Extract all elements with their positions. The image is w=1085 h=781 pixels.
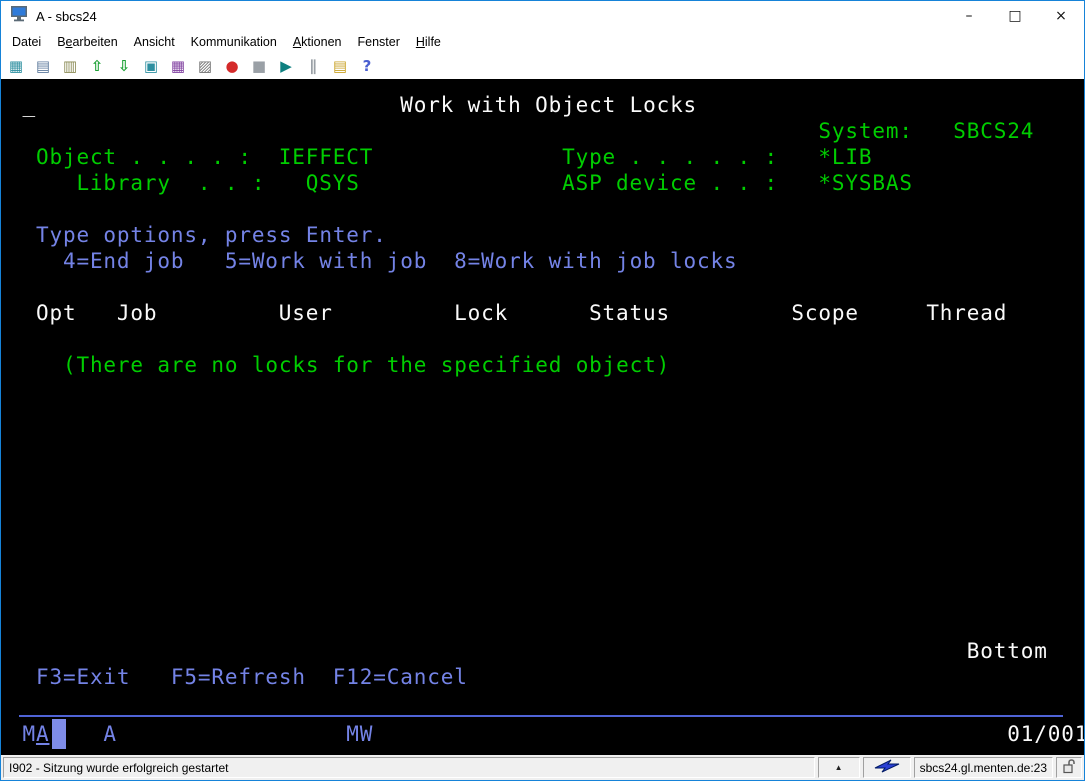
toolbar: ▦ ▤ ▥ ⇧ ⇩ ▣ ▦ ▨ ● ■ ▶ ∥ ▤? <box>1 53 1084 79</box>
menu-item-datei[interactable]: Datei <box>4 33 49 51</box>
terminal-text-segment: M <box>22 721 36 747</box>
statusbar: I902 - Sitzung wurde erfolgreich gestart… <box>1 755 1084 780</box>
menu-item-bearbeiten[interactable]: Bearbeiten <box>49 33 125 51</box>
terminal-text-segment: _ <box>22 92 36 118</box>
menu-item-aktionen[interactable]: Aktionen <box>285 33 350 51</box>
connection-status-panel <box>863 757 911 778</box>
terminal-text-segment: Library . . : <box>76 170 265 196</box>
paste-icon[interactable]: ▥ <box>60 56 80 77</box>
terminal-text-segment: System: <box>818 118 912 144</box>
terminal-text-segment: ASP device . . : <box>562 170 778 196</box>
terminal-text-segment: A <box>103 721 117 747</box>
minimize-button[interactable]: – <box>946 1 992 31</box>
maximize-button[interactable]: □ <box>992 1 1038 31</box>
terminal-text-segment: F3=Exit <box>36 664 130 690</box>
security-status-panel <box>1056 757 1082 778</box>
unlocked-padlock-icon <box>1063 759 1076 777</box>
keyboard-map-icon[interactable]: ▨ <box>195 56 215 77</box>
terminal-text-segment: 4=End job <box>63 248 184 274</box>
oia-separator-line <box>19 715 1063 717</box>
menu-item-fenster[interactable]: Fenster <box>349 33 407 51</box>
send-file-icon[interactable]: ⇧ <box>87 56 107 77</box>
menubar: DateiBearbeitenAnsichtKommunikationAktio… <box>1 31 1084 53</box>
caption-buttons: –□× <box>946 1 1084 31</box>
terminal-text-segment: *SYSBAS <box>818 170 912 196</box>
host-address: sbcs24.gl.menten.de:23 <box>914 757 1053 778</box>
help-icon[interactable]: ? <box>357 56 377 77</box>
terminal-text-segment: Thread <box>926 300 1007 326</box>
terminal-text-segment: Bottom <box>967 638 1048 664</box>
terminal-text-segment: QSYS <box>306 170 360 196</box>
terminal-text-segment: Work with Object Locks <box>400 92 697 118</box>
terminal-text-segment: Status <box>589 300 670 326</box>
window-title: A - sbcs24 <box>36 9 97 24</box>
menu-item-ansicht[interactable]: Ansicht <box>126 33 183 51</box>
menu-item-kommunikation[interactable]: Kommunikation <box>183 33 285 51</box>
receive-file-icon[interactable]: ⇩ <box>114 56 134 77</box>
terminal-text-segment: Object . . . . : <box>36 144 252 170</box>
terminal-text-segment: F12=Cancel <box>333 664 468 690</box>
play-macro-icon[interactable]: ▶ <box>276 56 296 77</box>
copy-icon[interactable]: ▤ <box>33 56 53 77</box>
copy-screen-icon[interactable]: ▦ <box>6 56 26 77</box>
terminal-text-segment: Opt <box>36 300 76 326</box>
terminal-text-segment: IEFFECT <box>279 144 373 170</box>
terminal-text-segment: A <box>36 721 50 747</box>
status-message: I902 - Sitzung wurde erfolgreich gestart… <box>3 757 815 778</box>
record-macro-icon[interactable]: ● <box>222 56 242 77</box>
terminal-text-segment: Type options, press Enter. <box>36 222 387 248</box>
terminal-text-segment: MW <box>346 721 373 747</box>
terminal-screen[interactable]: _ Work with Object Locks System: SBCS24 Obje… <box>1 79 1084 755</box>
menu-item-hilfe[interactable]: Hilfe <box>408 33 449 51</box>
stop-macro-icon[interactable]: ■ <box>249 56 269 77</box>
terminal-text-segment: Scope <box>791 300 858 326</box>
terminal-app-icon <box>10 5 28 27</box>
color-map-icon[interactable]: ▦ <box>168 56 188 77</box>
up-arrow-icon: ▲ <box>835 763 843 772</box>
terminal-text-segment: Job <box>117 300 157 326</box>
message-history-button[interactable]: ▲ <box>818 757 860 778</box>
terminal-text-segment: Type . . . . . : <box>562 144 778 170</box>
lightning-icon <box>874 759 900 776</box>
terminal-text-segment: F5=Refresh <box>171 664 306 690</box>
terminal-text-segment: Lock <box>454 300 508 326</box>
terminal-text-segment: 5=Work with job <box>225 248 427 274</box>
terminal-text-segment: User <box>279 300 333 326</box>
close-button[interactable]: × <box>1038 1 1084 31</box>
terminal-text-segment: 8=Work with job locks <box>454 248 737 274</box>
terminal-text-segment: (There are no locks for the specified ob… <box>63 352 670 378</box>
display-settings-icon[interactable]: ▣ <box>141 56 161 77</box>
oia-cursor-block <box>52 719 66 749</box>
terminal-text-segment: *LIB <box>818 144 872 170</box>
titlebar[interactable]: A - sbcs24 –□× <box>1 1 1084 31</box>
pause-macro-icon[interactable]: ∥ <box>303 56 323 77</box>
app-window: A - sbcs24 –□× DateiBearbeitenAnsichtKom… <box>0 0 1085 781</box>
terminal-text-segment: 01/001 <box>1007 721 1084 747</box>
scratchpad-icon[interactable]: ▤ <box>330 56 350 77</box>
terminal-text-segment: SBCS24 <box>953 118 1034 144</box>
